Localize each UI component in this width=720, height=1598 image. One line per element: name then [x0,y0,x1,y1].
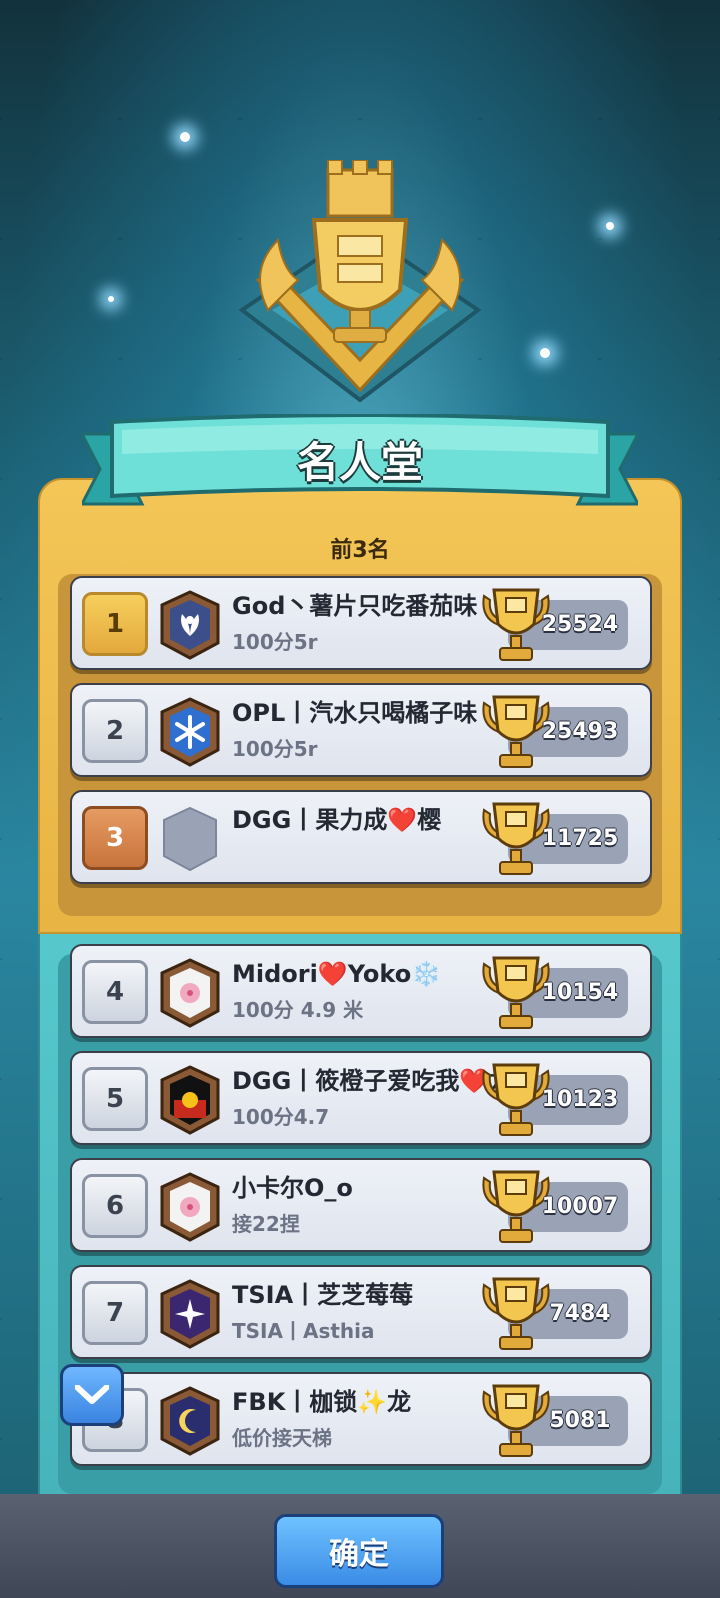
player-row[interactable]: 1 God丶薯片只吃番茄味 100分5r 25524 [70,576,652,670]
player-subtitle: 100分4.7 [232,1105,330,1129]
trophy-count: 5081 [549,1408,611,1433]
trophy-count: 10123 [541,1087,619,1112]
top3-label: 前3名 [330,538,390,563]
player-row[interactable]: 8FBK丨枷锁✨龙低价接天梯5081 [70,1372,652,1466]
player-subtitle: 100分 4.9 米 [232,998,364,1022]
trophy-count: 11725 [541,826,619,851]
cherry-blossom-icon [160,958,220,1028]
rank-badge: 5 [82,1067,148,1131]
player-row[interactable]: 5 DGG丨筱橙子爱吃我❤️龙 100分4.7 10123 [70,1051,652,1145]
empty-shield-icon [163,806,217,872]
aboriginal-flag-icon [160,1065,220,1135]
star-burst-icon [160,1279,220,1349]
player-subtitle [232,840,492,872]
player-subtitle: TSIA丨Asthia [232,1319,375,1343]
player-row[interactable]: 7 TSIA丨芝芝莓莓 TSIA丨Asthia 7484 [70,1265,652,1359]
rank-badge: 4 [82,960,148,1024]
hall-of-fame-emblem-icon [238,160,482,403]
rank-badge: 7 [82,1281,148,1345]
trophy-count: 10007 [541,1194,619,1219]
crescent-moon-icon [160,1386,220,1456]
sparkle-icon [606,222,614,230]
snowflake-icon [160,697,220,767]
player-row[interactable]: 3 DGG丨果力成❤️樱 11725 [70,790,652,884]
rank-badge: 6 [82,1174,148,1238]
trophy-count: 25524 [541,612,619,637]
trophy-count: 25493 [541,719,619,744]
cherry-blossom-icon [160,1172,220,1242]
scroll-down-button[interactable] [60,1364,124,1426]
rank-badge: 2 [82,699,148,763]
sparkle-icon [108,296,114,302]
page-title: 名人堂 [296,438,423,487]
player-row[interactable]: 4 Midori❤️Yoko❄️ 100分 4.9 米 10154 [70,944,652,1038]
sparkle-icon [540,348,550,358]
lotus-icon [160,590,220,660]
trophy-count: 7484 [549,1301,611,1326]
chevron-down-icon [75,1385,109,1404]
rank-badge: 1 [82,592,148,656]
player-row[interactable]: 6 小卡尔O_o 接22捏 10007 [70,1158,652,1252]
player-row[interactable]: 2 OPL丨汽水只喝橘子味 100分5r 25493 [70,683,652,777]
sparkle-icon [180,132,190,142]
player-subtitle: 100分5r [232,630,318,654]
player-subtitle: 低价接天梯 [232,1426,332,1450]
player-subtitle: 100分5r [232,737,318,761]
player-subtitle: 接22捏 [232,1212,300,1236]
confirm-button[interactable]: 确定 [274,1514,444,1588]
rank-badge: 3 [82,806,148,870]
trophy-count: 10154 [541,980,619,1005]
